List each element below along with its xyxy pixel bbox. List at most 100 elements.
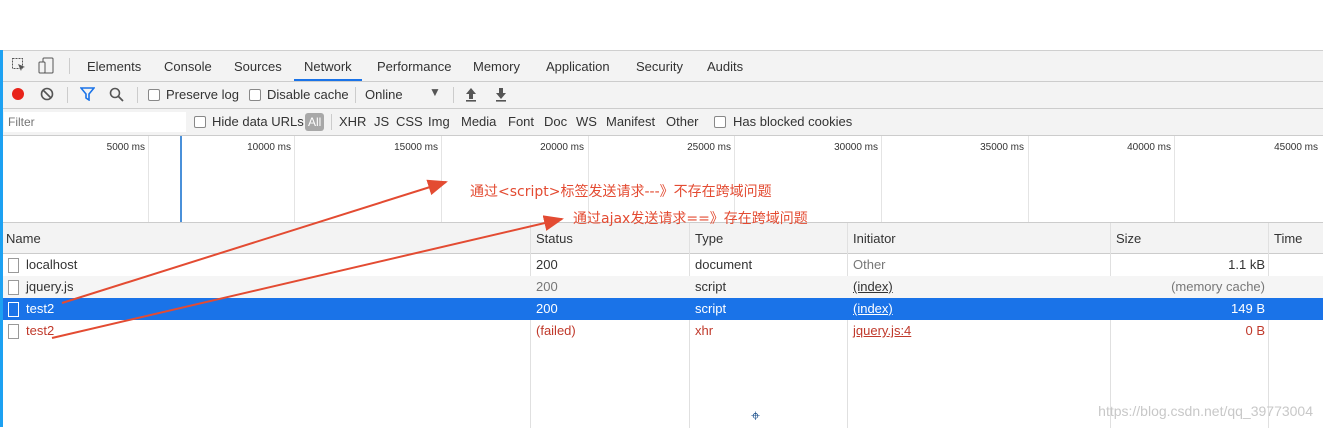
- tab-application[interactable]: Application: [536, 51, 620, 81]
- chevron-down-icon[interactable]: ▼: [429, 85, 441, 99]
- network-toolbar: Preserve log Disable cache Online ▼: [3, 82, 1323, 109]
- watermark: https://blog.csdn.net/qq_39773004: [1098, 403, 1313, 419]
- grid-line: [148, 136, 149, 222]
- divider: [355, 87, 356, 103]
- file-icon: [8, 302, 19, 317]
- page-viewport: [0, 0, 1323, 50]
- request-size: (memory cache): [1171, 279, 1265, 294]
- tab-audits[interactable]: Audits: [697, 51, 753, 81]
- blocked-cookies-checkbox[interactable]: [714, 116, 726, 128]
- type-filter-manifest[interactable]: Manifest: [606, 114, 655, 129]
- search-icon[interactable]: [109, 87, 124, 107]
- time-tick: 20000 ms: [540, 142, 584, 153]
- table-row-failed[interactable]: test2 (failed) xhr jquery.js:4 0 B: [3, 320, 1323, 342]
- annotation-script-note: 通过<script>标签发送请求---》不存在跨域问题: [470, 184, 772, 200]
- type-filter-other[interactable]: Other: [666, 114, 699, 129]
- table-row-selected[interactable]: test2 200 script (index) 149 B: [3, 298, 1323, 320]
- time-tick: 5000 ms: [106, 142, 145, 153]
- preserve-log-checkbox[interactable]: [148, 89, 160, 101]
- grid-line: [1028, 136, 1029, 222]
- type-filter-ws[interactable]: WS: [576, 114, 597, 129]
- preserve-log-label: Preserve log: [166, 87, 239, 102]
- time-tick: 35000 ms: [980, 142, 1024, 153]
- divider: [67, 87, 68, 103]
- blocked-cookies-label: Has blocked cookies: [733, 114, 853, 129]
- tab-sources[interactable]: Sources: [224, 51, 292, 81]
- divider: [453, 87, 454, 103]
- filter-icon[interactable]: [79, 87, 96, 106]
- divider: [137, 87, 138, 103]
- type-filter-js[interactable]: JS: [374, 114, 389, 129]
- grid-line: [1174, 136, 1175, 222]
- import-har-icon[interactable]: [464, 86, 478, 107]
- column-time[interactable]: Time: [1274, 223, 1302, 253]
- type-filter-font[interactable]: Font: [508, 114, 534, 129]
- device-toolbar-icon[interactable]: [38, 57, 54, 79]
- inspect-element-icon[interactable]: [11, 57, 27, 78]
- request-type: xhr: [695, 323, 714, 338]
- request-name: test2: [26, 301, 55, 316]
- filter-bar: Hide data URLs All XHR JS CSS Img Media …: [3, 109, 1323, 136]
- clear-icon[interactable]: [40, 87, 54, 106]
- request-initiator-link[interactable]: (index): [853, 276, 893, 298]
- type-filter-img[interactable]: Img: [428, 114, 450, 129]
- time-tick: 30000 ms: [834, 142, 878, 153]
- type-filter-media[interactable]: Media: [461, 114, 496, 129]
- time-tick: 25000 ms: [687, 142, 731, 153]
- table-row[interactable]: jquery.js 200 script (index) (memory cac…: [3, 276, 1323, 298]
- record-icon[interactable]: [11, 87, 25, 106]
- grid-line: [441, 136, 442, 222]
- request-name: localhost: [26, 257, 78, 272]
- load-marker: [180, 136, 182, 222]
- column-status[interactable]: Status: [536, 223, 573, 253]
- time-tick: 15000 ms: [394, 142, 438, 153]
- request-status: 200: [536, 257, 558, 272]
- table-row[interactable]: localhost 200 document Other 1.1 kB: [3, 254, 1323, 276]
- request-type: script: [695, 279, 727, 294]
- tab-memory[interactable]: Memory: [463, 51, 530, 81]
- filter-input[interactable]: [4, 112, 186, 132]
- disable-cache-checkbox[interactable]: [249, 89, 261, 101]
- hide-data-urls-checkbox[interactable]: [194, 116, 206, 128]
- divider: [69, 58, 70, 74]
- file-icon: [8, 324, 19, 339]
- devtools-tabbar: Elements Console Sources Network Perform…: [3, 51, 1323, 82]
- type-filter-xhr[interactable]: XHR: [339, 114, 366, 129]
- time-tick: 45000 ms: [1274, 142, 1318, 153]
- time-tick: 10000 ms: [247, 142, 291, 153]
- type-filter-css[interactable]: CSS: [396, 114, 423, 129]
- request-status: 200: [536, 301, 558, 316]
- tab-performance[interactable]: Performance: [367, 51, 461, 81]
- type-filter-doc[interactable]: Doc: [544, 114, 567, 129]
- type-filter-all[interactable]: All: [305, 113, 325, 131]
- request-initiator: Other: [853, 257, 886, 272]
- request-initiator-link[interactable]: jquery.js:4: [853, 320, 911, 342]
- annotation-ajax-note: 通过ajax发送请求==》存在跨域问题: [573, 211, 808, 227]
- grid-line: [881, 136, 882, 222]
- request-type: script: [695, 301, 727, 316]
- devtools-panel: Elements Console Sources Network Perform…: [3, 50, 1323, 428]
- column-size[interactable]: Size: [1116, 223, 1141, 253]
- request-type: document: [695, 257, 753, 272]
- export-har-icon[interactable]: [494, 86, 508, 107]
- grid-line: [294, 136, 295, 222]
- tab-elements[interactable]: Elements: [77, 51, 151, 81]
- tab-console[interactable]: Console: [154, 51, 222, 81]
- request-size: 149 B: [1231, 301, 1265, 316]
- request-initiator-link[interactable]: (index): [853, 298, 893, 320]
- divider: [331, 114, 332, 130]
- request-size: 0 B: [1245, 323, 1265, 338]
- request-status: (failed): [536, 323, 576, 338]
- request-size: 1.1 kB: [1228, 257, 1265, 272]
- column-initiator[interactable]: Initiator: [853, 223, 896, 253]
- request-name: jquery.js: [26, 279, 74, 294]
- tab-security[interactable]: Security: [626, 51, 693, 81]
- hide-data-urls-label: Hide data URLs: [212, 114, 304, 129]
- request-status: 200: [536, 279, 558, 294]
- crosshair-cursor-icon: ⌖: [751, 408, 761, 425]
- file-icon: [8, 280, 19, 295]
- throttle-select[interactable]: Online: [365, 87, 403, 102]
- column-name[interactable]: Name: [6, 223, 41, 253]
- time-tick: 40000 ms: [1127, 142, 1171, 153]
- tab-network[interactable]: Network: [294, 51, 362, 81]
